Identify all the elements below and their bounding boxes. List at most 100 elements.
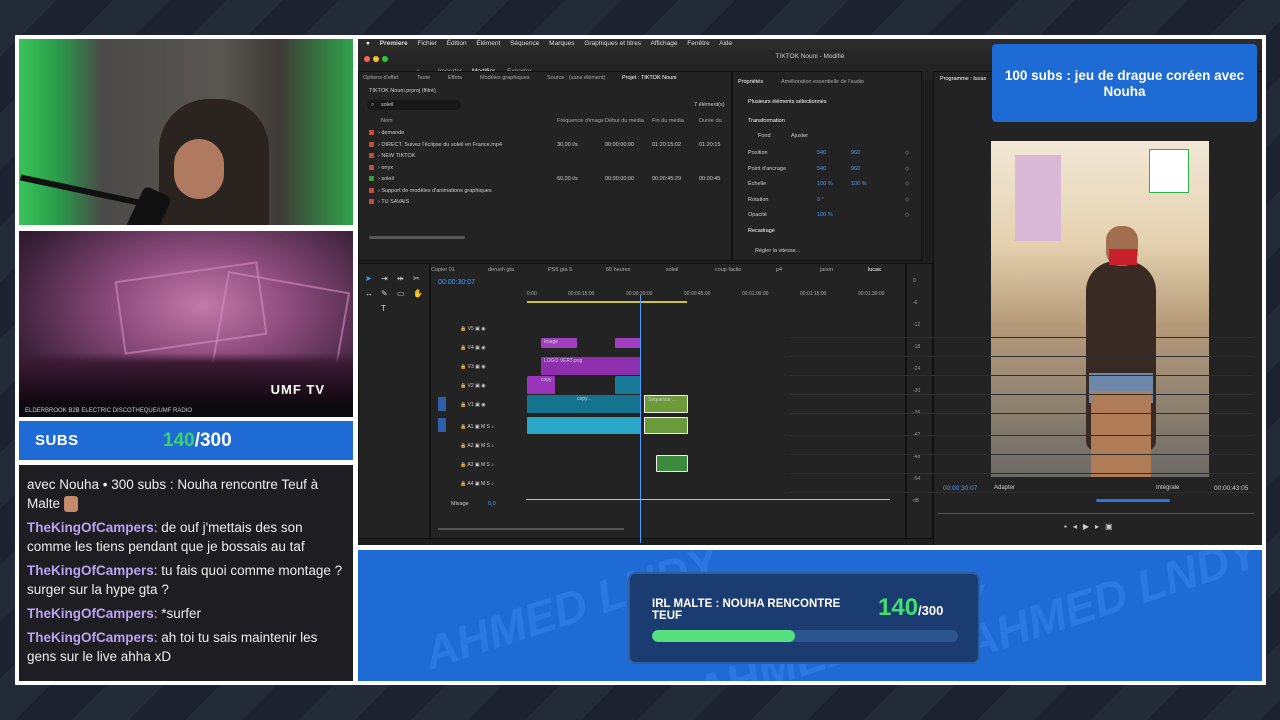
prop-value[interactable]: 960	[851, 150, 860, 156]
track-label-video[interactable]: 🔒 V5 ▣ ◉	[460, 326, 486, 332]
file-row[interactable]: › DIRECT. Suivez l'éclipse du soleil en …	[369, 142, 502, 148]
chat-username[interactable]: TheKingOfCampers	[27, 606, 154, 621]
slip-icon[interactable]: ↔	[365, 289, 373, 298]
close-icon[interactable]	[364, 56, 370, 62]
col-nom[interactable]: Nom	[381, 118, 393, 124]
track-label-audio[interactable]: 🔒 A3 ▣ M S ♪	[460, 462, 494, 468]
transform-label[interactable]: Transformation	[748, 118, 785, 124]
sequence-tab[interactable]: p4	[776, 267, 782, 273]
prop-value[interactable]: 100 %	[851, 181, 867, 187]
tab-effect-options[interactable]: Options d'effet	[363, 75, 398, 81]
menu-aide[interactable]: Aide	[719, 40, 732, 47]
recadrage-label[interactable]: Recadrage	[748, 228, 775, 234]
program-timecode[interactable]: 00:00:30:07	[943, 485, 977, 492]
export-frame-icon[interactable]: ▣	[1105, 522, 1119, 531]
apple-icon[interactable]: ●	[366, 40, 370, 47]
zoom-scrollbar[interactable]	[369, 236, 465, 239]
clip-v1-main[interactable]: copy...	[527, 395, 641, 413]
track-label-audio[interactable]: 🔒 A2 ▣ M S ♪	[460, 443, 494, 449]
tab-source[interactable]: Source : (sans élément)	[547, 75, 605, 81]
source-patch-a1[interactable]	[438, 418, 446, 432]
tab-modeles[interactable]: Modèles graphiques	[480, 75, 530, 81]
keyframe-icon[interactable]: ◇	[905, 197, 909, 203]
track-select-icon[interactable]: ⇥	[381, 274, 388, 283]
prop-value[interactable]: 0 °	[817, 197, 824, 203]
marker-icon[interactable]: ▪	[1064, 522, 1073, 531]
hand-icon[interactable]: ✋	[413, 289, 423, 298]
type-icon[interactable]: T	[381, 304, 386, 313]
sequence-tab[interactable]: lucas	[868, 267, 881, 273]
menu-fenetre[interactable]: Fenêtre	[687, 40, 709, 47]
pen-icon[interactable]: ✎	[381, 289, 388, 298]
sequence-tab[interactable]: Copier 01	[431, 267, 455, 273]
clip-sequence[interactable]: Séquence ...	[644, 395, 688, 413]
speed-button[interactable]: Régler la vitesse...	[755, 248, 800, 254]
file-row[interactable]: › NEW TIKTOK	[369, 153, 415, 159]
step-forward-icon[interactable]: ▸	[1095, 522, 1105, 531]
track-label-video[interactable]: 🔒 V3 ▣ ◉	[460, 364, 486, 370]
audio-clip-a1[interactable]	[527, 417, 641, 434]
tab-audio[interactable]: Amélioration essentielle de l'audio	[781, 79, 864, 85]
file-row[interactable]: › demande	[369, 130, 404, 136]
menu-affichage[interactable]: Affichage	[650, 40, 677, 47]
minimize-icon[interactable]	[373, 56, 379, 62]
rect-icon[interactable]: ▭	[397, 289, 405, 298]
chat-username[interactable]: TheKingOfCampers	[27, 630, 154, 645]
clip-v2[interactable]	[615, 376, 641, 394]
sequence-tab[interactable]: PS5 gta 6	[548, 267, 572, 273]
audio-clip-a3[interactable]	[656, 455, 688, 472]
razor-icon[interactable]: ✂	[413, 274, 420, 283]
menu-element[interactable]: Élément	[476, 40, 500, 47]
prop-value[interactable]: 540	[817, 150, 826, 156]
prop-value[interactable]: 540	[817, 166, 826, 172]
prop-value[interactable]: 100 %	[817, 181, 833, 187]
keyframe-icon[interactable]: ◇	[905, 212, 909, 218]
menu-fichier[interactable]: Fichier	[417, 40, 437, 47]
keyframe-icon[interactable]: ◇	[905, 181, 909, 187]
work-area-bar[interactable]	[527, 301, 687, 303]
file-row[interactable]: › soleil	[369, 176, 394, 182]
keyframe-icon[interactable]: ◇	[905, 166, 909, 172]
step-back-icon[interactable]: ◂	[1073, 522, 1083, 531]
menu-graphiques[interactable]: Graphiques et titres	[584, 40, 641, 47]
track-label-audio[interactable]: 🔒 A4 ▣ M S ♪	[460, 481, 494, 487]
sequence-tab[interactable]: 60 heures	[606, 267, 630, 273]
timeline-scrollbar[interactable]	[438, 528, 624, 530]
chat-username[interactable]: TheKingOfCampers	[27, 520, 154, 535]
col-dur[interactable]: Durée du	[699, 118, 722, 124]
menu-premiere[interactable]: Premiere	[380, 40, 408, 47]
clip-purple[interactable]	[615, 338, 641, 348]
chat-username[interactable]: TheKingOfCampers	[27, 563, 154, 578]
sequence-tab[interactable]: coup facile	[715, 267, 741, 273]
source-patch-v1[interactable]	[438, 397, 446, 411]
timeline-timecode[interactable]: 00:00:30:07	[438, 279, 475, 286]
audio-clip-a1b[interactable]	[644, 417, 688, 434]
keyframe-icon[interactable]: ◇	[905, 150, 909, 156]
ripple-icon[interactable]: ⇹	[397, 274, 404, 283]
prop-value[interactable]: 960	[851, 166, 860, 172]
sequence-tab[interactable]: derush gta	[488, 267, 514, 273]
col-end[interactable]: Fin du média	[652, 118, 684, 124]
col-start[interactable]: Début du média	[605, 118, 644, 124]
playhead[interactable]	[640, 295, 641, 543]
track-label-video[interactable]: 🔒 V2 ▣ ◉	[460, 383, 486, 389]
track-label-video[interactable]: 🔒 V1 ▣ ◉	[460, 402, 486, 408]
tab-projet[interactable]: Projet : TIKTOK Nouni	[622, 75, 677, 81]
clip-image[interactable]: Image	[541, 338, 577, 348]
play-icon[interactable]: ▶	[1083, 522, 1095, 531]
program-scrubber[interactable]	[938, 513, 1254, 514]
mix-value[interactable]: 0,0	[488, 501, 496, 507]
menu-marques[interactable]: Marques	[549, 40, 574, 47]
prop-value[interactable]: 100 %	[817, 212, 833, 218]
menu-sequence[interactable]: Séquence	[510, 40, 539, 47]
file-row[interactable]: › Support de modèles d'animations graphi…	[369, 188, 492, 194]
program-quality[interactable]: Intégrale	[1156, 485, 1179, 491]
tab-texte[interactable]: Texte	[417, 75, 430, 81]
sequence-tab[interactable]: soleil	[666, 267, 679, 273]
file-row[interactable]: › onyx	[369, 165, 393, 171]
track-label-audio[interactable]: 🔒 A1 ▣ M S ♪	[460, 424, 494, 430]
fit-ajuster[interactable]: Ajuster	[791, 133, 808, 139]
selection-tool-icon[interactable]: ➤	[365, 274, 372, 283]
fit-fond[interactable]: Fond	[758, 133, 771, 139]
project-search[interactable]: ⌕ soleil	[367, 100, 461, 110]
